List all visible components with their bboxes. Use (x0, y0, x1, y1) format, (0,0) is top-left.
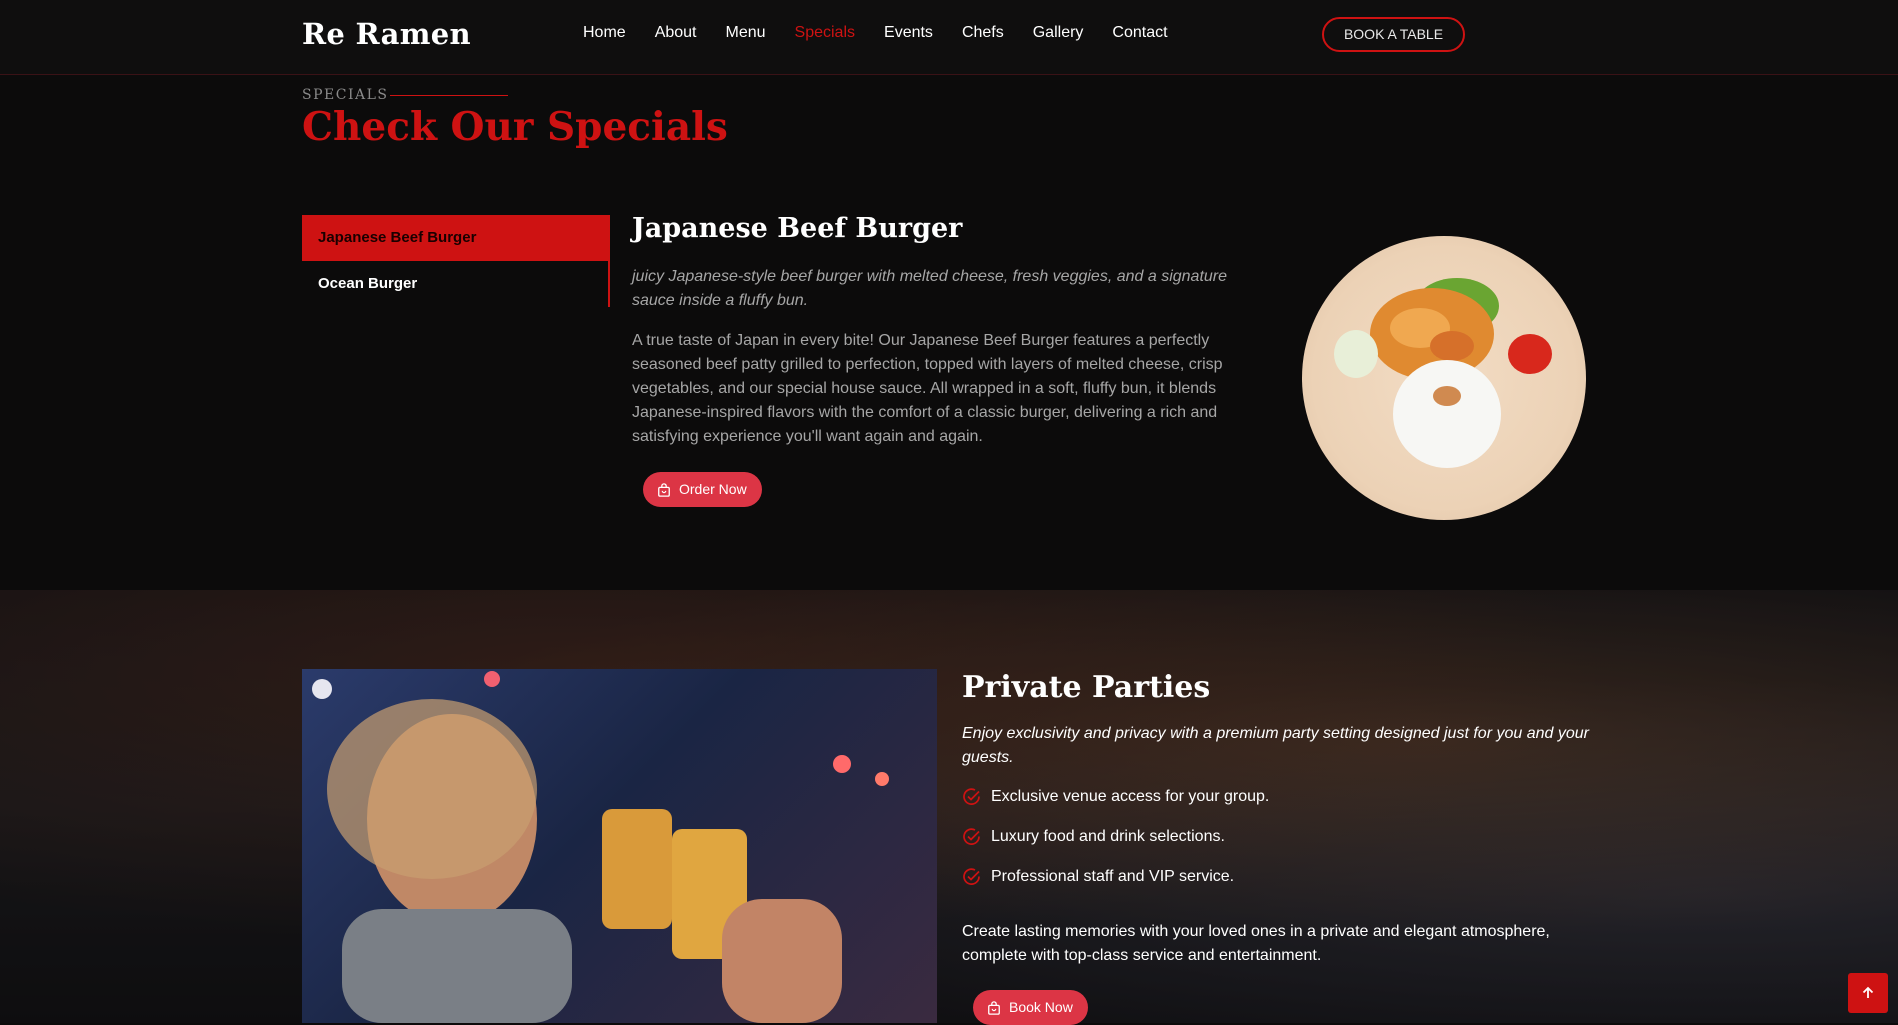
order-now-button[interactable]: Order Now (643, 472, 762, 507)
private-party-image (302, 669, 937, 1023)
site-logo[interactable]: Re Ramen (302, 17, 471, 51)
nav-gallery[interactable]: Gallery (1033, 24, 1084, 42)
party-photo-illustration (312, 671, 889, 1023)
nav-specials[interactable]: Specials (795, 24, 855, 42)
feature-text: Luxury food and drink selections. (991, 828, 1225, 845)
list-item: Luxury food and drink selections. (962, 828, 1269, 868)
feature-text: Professional staff and VIP service. (991, 868, 1235, 885)
list-item: Exclusive venue access for your group. (962, 788, 1269, 828)
order-now-label: Order Now (679, 481, 747, 497)
dish-image (1302, 236, 1586, 520)
check-circle-icon (963, 788, 980, 805)
main-nav: Home About Menu Specials Events Chefs Ga… (583, 24, 1197, 42)
nav-menu[interactable]: Menu (726, 24, 766, 42)
nav-contact[interactable]: Contact (1112, 24, 1167, 42)
list-item: Professional staff and VIP service. (962, 868, 1269, 908)
feature-text: Exclusive venue access for your group. (991, 788, 1270, 805)
specials-tabs: Japanese Beef Burger Ocean Burger (302, 215, 610, 307)
parties-title: Private Parties (962, 670, 1211, 705)
dish-description: A true taste of Japan in every bite! Our… (632, 332, 1223, 445)
nav-home[interactable]: Home (583, 24, 626, 42)
plate-illustration (1334, 278, 1552, 468)
dish-tagline: juicy Japanese-style beef burger with me… (632, 268, 1228, 309)
tab-japanese-beef-burger[interactable]: Japanese Beef Burger (302, 215, 608, 261)
check-circle-icon (963, 828, 980, 845)
scroll-top-button[interactable] (1848, 973, 1888, 1013)
nav-events[interactable]: Events (884, 24, 933, 42)
section-label: SPECIALS (302, 87, 389, 103)
parties-description: Create lasting memories with your loved … (962, 923, 1550, 964)
dish-title: Japanese Beef Burger (632, 213, 963, 244)
nav-about[interactable]: About (655, 24, 697, 42)
parties-feature-list: Exclusive venue access for your group. L… (962, 788, 1269, 908)
book-now-button[interactable]: Book Now (973, 990, 1088, 1025)
shopping-bag-icon (658, 482, 670, 497)
nav-chefs[interactable]: Chefs (962, 24, 1004, 42)
tab-ocean-burger[interactable]: Ocean Burger (302, 261, 608, 307)
book-table-button[interactable]: BOOK A TABLE (1322, 17, 1465, 52)
site-header: Re Ramen Home About Menu Specials Events… (0, 0, 1898, 75)
shopping-bag-icon (988, 1000, 1000, 1015)
check-circle-icon (963, 868, 980, 885)
arrow-up-icon (1862, 986, 1874, 998)
book-now-label: Book Now (1009, 999, 1073, 1015)
parties-tagline: Enjoy exclusivity and privacy with a pre… (962, 725, 1589, 766)
section-label-divider (390, 95, 508, 96)
private-parties-section: Private Parties Enjoy exclusivity and pr… (0, 590, 1898, 1025)
background-overlay (0, 590, 1898, 1023)
section-title: Check Our Specials (302, 104, 728, 150)
